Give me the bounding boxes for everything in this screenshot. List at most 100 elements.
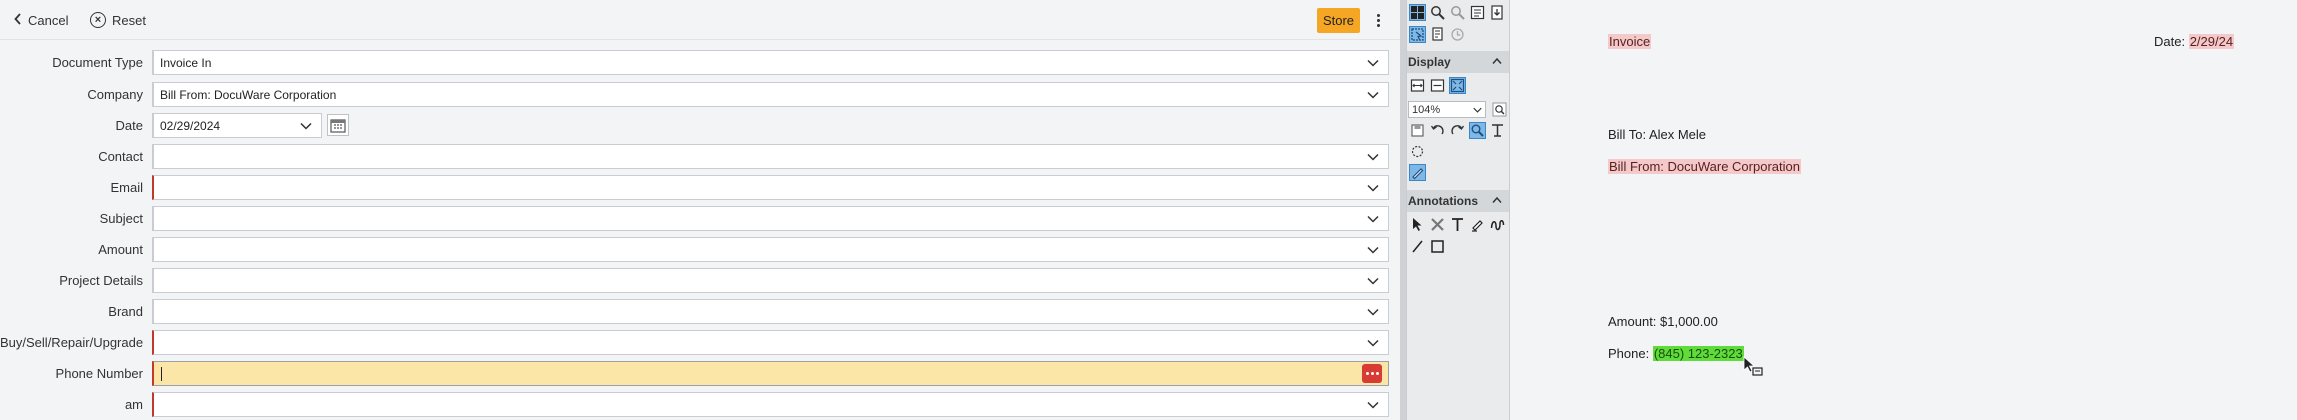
chevron-down-icon[interactable] <box>1366 212 1380 226</box>
doc-phone: Phone: (845) 123-2323 <box>1608 346 1744 361</box>
annotations-section-label: Annotations <box>1408 194 1478 208</box>
select-icon[interactable] <box>1409 26 1426 43</box>
doc-phone-label: Phone: <box>1608 346 1653 361</box>
chevron-down-icon[interactable] <box>1366 88 1380 102</box>
field-row-date: Date 02/29/2024 <box>0 111 1400 142</box>
field-label: Subject <box>99 211 143 226</box>
date-field[interactable]: 02/29/2024 <box>152 113 322 138</box>
chevron-down-icon <box>1473 107 1482 113</box>
contact-select[interactable] <box>152 144 1389 169</box>
brand-field[interactable] <box>152 299 1389 324</box>
field-row-email: Email <box>0 173 1400 204</box>
field-row-am: am <box>0 390 1400 420</box>
document-viewer[interactable]: Invoice Date: 2/29/24 Bill To: Alex Mele… <box>1510 0 2297 420</box>
highlighter-icon[interactable] <box>1469 216 1486 233</box>
display-section-label: Display <box>1408 55 1451 69</box>
field-label: Contact <box>98 149 143 164</box>
field-label: am <box>124 397 143 412</box>
chevron-down-icon[interactable] <box>1366 398 1380 412</box>
fit-height-icon[interactable] <box>1429 77 1446 94</box>
display-section-header[interactable]: Display <box>1407 51 1509 73</box>
reset-circle-icon: × <box>90 12 106 28</box>
more-vertical-icon[interactable] <box>1372 8 1384 33</box>
history-icon[interactable] <box>1449 26 1466 43</box>
rotate-left-icon[interactable] <box>1429 122 1446 139</box>
text-icon[interactable] <box>1449 216 1466 233</box>
viewer-tool-panel: Display 104% Annotations <box>1406 0 1510 420</box>
store-button[interactable]: Store <box>1317 8 1360 33</box>
reset-button[interactable]: × Reset <box>90 9 146 31</box>
thumbnails-icon[interactable] <box>1409 4 1426 21</box>
phone-number-field[interactable] <box>152 361 1389 386</box>
field-label: Date <box>115 118 143 133</box>
field-label: Brand <box>108 304 143 319</box>
fit-page-icon[interactable] <box>1469 4 1486 21</box>
doc-phone-value: (845) 123-2323 <box>1652 346 1744 361</box>
form-toolbar: Cancel × Reset Store <box>0 0 1400 40</box>
lasso-icon[interactable] <box>1409 143 1426 160</box>
fit-window-icon[interactable] <box>1449 77 1466 94</box>
field-label: Buy/Sell/Repair/Upgrade <box>0 335 144 350</box>
doc-invoice-title: Invoice <box>1608 34 1652 49</box>
company-select[interactable]: Bill From: DocuWare Corporation <box>152 82 1389 107</box>
doc-bill-from: Bill From: DocuWare Corporation <box>1608 159 1801 174</box>
amount-field[interactable] <box>152 237 1389 262</box>
cancel-button[interactable]: Cancel <box>14 9 68 31</box>
chevron-down-icon[interactable] <box>1366 305 1380 319</box>
pointer-icon[interactable] <box>1409 216 1426 233</box>
project-details-field[interactable] <box>152 268 1389 293</box>
field-label: Amount <box>98 242 143 257</box>
doc-date-value: 2/29/24 <box>2188 34 2235 49</box>
chevron-up-icon[interactable] <box>1492 57 1502 65</box>
chevron-down-icon[interactable] <box>1366 243 1380 257</box>
field-row-subject: Subject <box>0 204 1400 235</box>
field-value: 02/29/2024 <box>160 119 221 133</box>
zoom-icon[interactable] <box>1429 4 1446 21</box>
document-type-select[interactable]: Invoice In <box>152 50 1389 75</box>
export-icon[interactable] <box>1489 4 1506 21</box>
chevron-down-icon[interactable] <box>1366 274 1380 288</box>
text-caret <box>161 367 162 381</box>
fit-width-icon[interactable] <box>1409 77 1426 94</box>
magnifier-icon[interactable] <box>1491 101 1508 118</box>
chevron-up-icon[interactable] <box>1492 196 1502 204</box>
freehand-icon[interactable] <box>1489 216 1506 233</box>
chevron-down-icon[interactable] <box>1366 56 1380 70</box>
subject-field[interactable] <box>152 206 1389 231</box>
rectangle-icon[interactable] <box>1429 238 1446 255</box>
annotations-section-header[interactable]: Annotations <box>1407 190 1509 212</box>
field-row-document-type: Document Type Invoice In <box>0 48 1400 79</box>
field-row-company: Company Bill From: DocuWare Corporation <box>0 80 1400 111</box>
delete-icon[interactable] <box>1429 216 1446 233</box>
calendar-icon[interactable] <box>327 114 349 136</box>
rotate-right-icon[interactable] <box>1449 122 1466 139</box>
pan-icon[interactable] <box>1469 122 1486 139</box>
field-label: Email <box>110 180 143 195</box>
field-value: Bill From: DocuWare Corporation <box>160 88 337 102</box>
field-row-buy-sell-repair-upgrade: Buy/Sell/Repair/Upgrade <box>0 328 1400 359</box>
chevron-down-icon[interactable] <box>299 119 313 133</box>
chevron-down-icon[interactable] <box>1366 336 1380 350</box>
zoom-area-icon[interactable] <box>1449 4 1466 21</box>
pen-icon[interactable] <box>1409 164 1426 181</box>
field-row-project-details: Project Details <box>0 266 1400 297</box>
doc-date: Date: 2/29/24 <box>2154 34 2235 49</box>
field-row-phone-number: Phone Number <box>0 359 1400 390</box>
line-icon[interactable] <box>1409 238 1426 255</box>
email-field[interactable] <box>152 175 1389 200</box>
zoom-level-value: 104% <box>1412 103 1441 116</box>
chevron-down-icon[interactable] <box>1366 181 1380 195</box>
save-icon[interactable] <box>1409 122 1426 139</box>
reset-label: Reset <box>112 12 146 28</box>
am-select[interactable] <box>152 392 1389 417</box>
index-form-panel: Cancel × Reset Store Document Type Invoi… <box>0 0 1400 420</box>
zoom-level-select[interactable]: 104% <box>1408 101 1486 118</box>
text-select-icon[interactable] <box>1489 122 1506 139</box>
cursor-icon <box>1743 356 1763 376</box>
doc-bill-to: Bill To: Alex Mele <box>1608 127 1707 142</box>
chevron-down-icon[interactable] <box>1366 150 1380 164</box>
chevron-left-icon <box>14 12 22 28</box>
copy-icon[interactable] <box>1429 26 1446 43</box>
buy-sell-repair-upgrade-select[interactable] <box>152 330 1389 355</box>
ellipsis-icon[interactable] <box>1362 364 1382 383</box>
